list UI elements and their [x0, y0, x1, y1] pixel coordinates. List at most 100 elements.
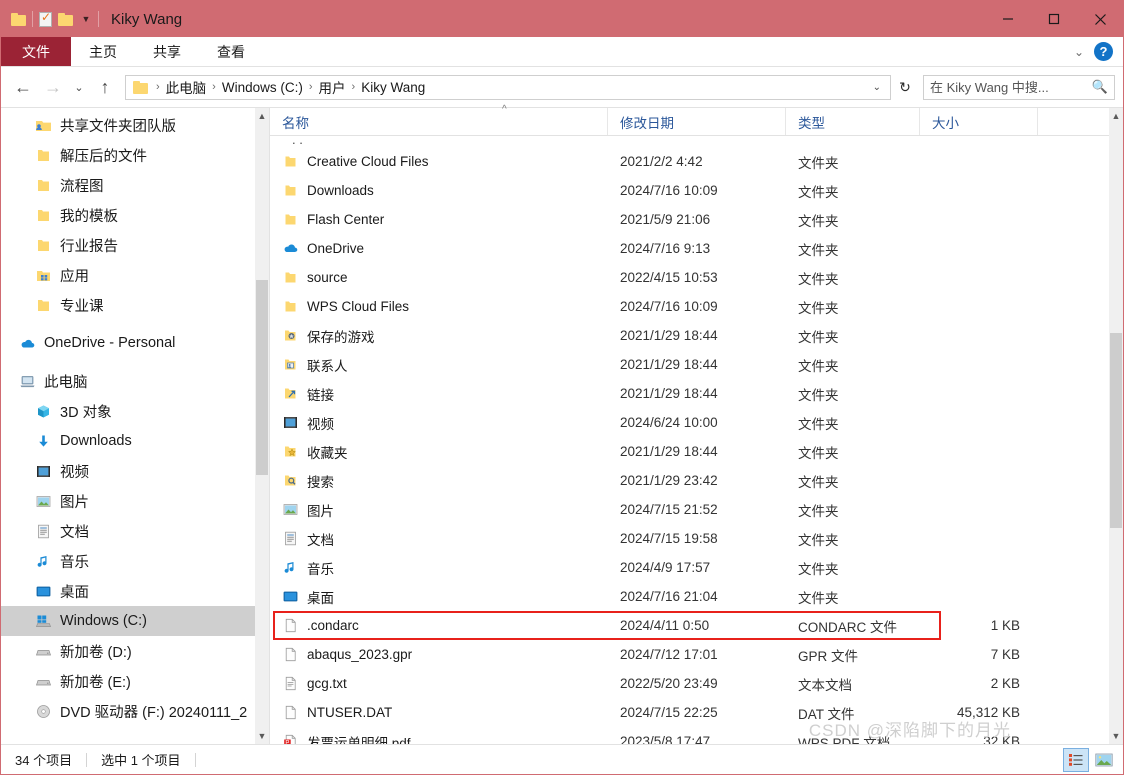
table-row[interactable]: 收藏夹 2021/1/29 18:44 文件夹: [270, 437, 1109, 466]
sidebar-item-extracted-files[interactable]: 解压后的文件: [1, 140, 269, 170]
file-name-cell[interactable]: NTUSER.DAT: [270, 704, 608, 721]
sidebar-item-dvd-drive-f[interactable]: DVD 驱动器 (F:) 20240111_2: [1, 696, 269, 726]
sidebar-item-major-courses[interactable]: 专业课: [1, 290, 269, 320]
table-row[interactable]: 链接 2021/1/29 18:44 文件夹: [270, 379, 1109, 408]
file-name-cell[interactable]: 图片: [270, 500, 608, 520]
close-button[interactable]: [1077, 1, 1123, 37]
file-name-cell[interactable]: 联系人: [270, 355, 608, 375]
table-row[interactable]: Flash Center 2021/5/9 21:06 文件夹: [270, 205, 1109, 234]
help-button[interactable]: ?: [1094, 42, 1113, 61]
column-header-size[interactable]: 大小: [920, 108, 1038, 135]
sidebar-item-apps[interactable]: 应用: [1, 260, 269, 290]
search-icon[interactable]: 🔍: [1092, 79, 1108, 95]
minimize-button[interactable]: [985, 1, 1031, 37]
file-name-cell[interactable]: Downloads: [270, 182, 608, 199]
scrollbar-thumb[interactable]: [1110, 333, 1122, 528]
file-name-cell[interactable]: 音乐: [270, 558, 608, 578]
sidebar-item-windows-c[interactable]: Windows (C:): [1, 606, 269, 636]
file-name-cell[interactable]: Creative Cloud Files: [270, 153, 608, 170]
breadcrumb-item-this-pc[interactable]: 此电脑: [163, 77, 210, 97]
scroll-up-icon[interactable]: ▲: [255, 108, 269, 124]
search-input[interactable]: [930, 79, 1089, 95]
sidebar-item-desktop[interactable]: 桌面: [1, 576, 269, 606]
file-name-cell[interactable]: source: [270, 269, 608, 286]
recent-locations-icon[interactable]: ⌄: [69, 73, 89, 101]
sidebar-item-documents[interactable]: 文档: [1, 516, 269, 546]
table-row[interactable]: abaqus_2023.gpr 2024/7/12 17:01 GPR 文件 7…: [270, 640, 1109, 669]
sidebar-item-videos[interactable]: 视频: [1, 456, 269, 486]
sidebar-item-pictures[interactable]: 图片: [1, 486, 269, 516]
file-name-cell[interactable]: 搜索: [270, 471, 608, 491]
sidebar-item-downloads[interactable]: Downloads: [1, 426, 269, 456]
breadcrumb-dropdown-icon[interactable]: ⌄: [868, 82, 886, 93]
table-row[interactable]: gcg.txt 2022/5/20 23:49 文本文档 2 KB: [270, 669, 1109, 698]
table-row[interactable]: 文档 2024/7/15 19:58 文件夹: [270, 524, 1109, 553]
table-row-selected[interactable]: .condarc 2024/4/11 0:50 CONDARC 文件 1 KB: [270, 611, 1109, 640]
scroll-down-icon[interactable]: ▼: [255, 728, 269, 744]
breadcrumb-item-users[interactable]: 用户: [316, 77, 349, 97]
scrollbar-thumb[interactable]: [256, 280, 268, 475]
table-row[interactable]: WPS Cloud Files 2024/7/16 10:09 文件夹: [270, 292, 1109, 321]
file-name-cell[interactable]: 收藏夹: [270, 442, 608, 462]
breadcrumb-item-windows-c[interactable]: Windows (C:): [219, 80, 306, 95]
file-name-cell[interactable]: OneDrive: [270, 240, 608, 257]
refresh-icon[interactable]: ↻: [893, 75, 917, 100]
sidebar-item-my-templates[interactable]: 我的模板: [1, 200, 269, 230]
qat-dropdown-icon[interactable]: ▼: [80, 14, 92, 24]
tab-view[interactable]: 查看: [199, 37, 263, 66]
search-box[interactable]: 🔍: [923, 74, 1115, 100]
tab-file[interactable]: 文件: [1, 37, 71, 66]
sidebar-item-this-pc[interactable]: 此电脑: [1, 366, 269, 396]
file-list-scrollbar[interactable]: ▲ ▼: [1109, 108, 1123, 744]
file-name-cell[interactable]: P 发票运单明细.pdf: [270, 732, 608, 744]
up-button[interactable]: ↑: [91, 73, 119, 101]
table-row[interactable]: 搜索 2021/1/29 23:42 文件夹: [270, 466, 1109, 495]
table-row[interactable]: 保存的游戏 2021/1/29 18:44 文件夹: [270, 321, 1109, 350]
file-name-cell[interactable]: .condarc: [270, 617, 608, 634]
sidebar-item-onedrive-personal[interactable]: OneDrive - Personal: [1, 328, 269, 358]
table-row[interactable]: 桌面 2024/7/16 21:04 文件夹: [270, 582, 1109, 611]
table-row[interactable]: source 2022/4/15 10:53 文件夹: [270, 263, 1109, 292]
table-row[interactable]: 视频 2024/6/24 10:00 文件夹: [270, 408, 1109, 437]
table-row[interactable]: 音乐 2024/4/9 17:57 文件夹: [270, 553, 1109, 582]
file-name-cell[interactable]: 链接: [270, 384, 608, 404]
sidebar-item-drive-d[interactable]: 新加卷 (D:): [1, 636, 269, 666]
folder-icon[interactable]: [11, 12, 26, 26]
details-view-button[interactable]: [1063, 748, 1089, 772]
tab-home[interactable]: 主页: [71, 37, 135, 66]
breadcrumb-item-kiky-wang[interactable]: Kiky Wang: [358, 80, 428, 95]
scroll-up-icon[interactable]: ▲: [1109, 108, 1123, 124]
scroll-down-icon[interactable]: ▼: [1109, 728, 1123, 744]
sidebar-item-drive-e[interactable]: 新加卷 (E:): [1, 666, 269, 696]
back-button[interactable]: ←: [9, 73, 37, 101]
file-name-cell[interactable]: Flash Center: [270, 211, 608, 228]
sidebar-item-industry-reports[interactable]: 行业报告: [1, 230, 269, 260]
file-name-cell[interactable]: 文档: [270, 529, 608, 549]
maximize-button[interactable]: [1031, 1, 1077, 37]
file-name-cell[interactable]: WPS Cloud Files: [270, 298, 608, 315]
file-name-cell[interactable]: 保存的游戏: [270, 326, 608, 346]
sidebar-item-music[interactable]: 音乐: [1, 546, 269, 576]
sidebar-item-shared-folder-team[interactable]: 共享文件夹团队版: [1, 110, 269, 140]
sidebar-item-flowchart[interactable]: 流程图: [1, 170, 269, 200]
column-header-type[interactable]: 类型: [786, 108, 920, 135]
file-name-cell[interactable]: 视频: [270, 413, 608, 433]
table-row[interactable]: Creative Cloud Files 2021/2/2 4:42 文件夹: [270, 147, 1109, 176]
table-row[interactable]: 联系人 2021/1/29 18:44 文件夹: [270, 350, 1109, 379]
table-row[interactable]: 图片 2024/7/15 21:52 文件夹: [270, 495, 1109, 524]
breadcrumb[interactable]: › 此电脑 › Windows (C:) › 用户 › Kiky Wang ⌄: [125, 74, 891, 100]
navigation-scrollbar[interactable]: ▲ ▼: [255, 108, 269, 744]
sidebar-item-3d-objects[interactable]: 3D 对象: [1, 396, 269, 426]
file-name-cell[interactable]: 桌面: [270, 587, 608, 607]
table-row[interactable]: Downloads 2024/7/16 10:09 文件夹: [270, 176, 1109, 205]
tab-share[interactable]: 共享: [135, 37, 199, 66]
properties-icon[interactable]: [39, 10, 52, 27]
large-icons-view-button[interactable]: [1091, 748, 1117, 772]
column-header-date[interactable]: 修改日期: [608, 108, 786, 135]
column-header-name[interactable]: 名称 ^: [270, 104, 608, 135]
forward-button[interactable]: →: [39, 73, 67, 101]
new-folder-icon[interactable]: [58, 12, 73, 26]
table-row[interactable]: OneDrive 2024/7/16 9:13 文件夹: [270, 234, 1109, 263]
chevron-down-icon[interactable]: ⌄: [1074, 45, 1084, 59]
file-name-cell[interactable]: abaqus_2023.gpr: [270, 646, 608, 663]
